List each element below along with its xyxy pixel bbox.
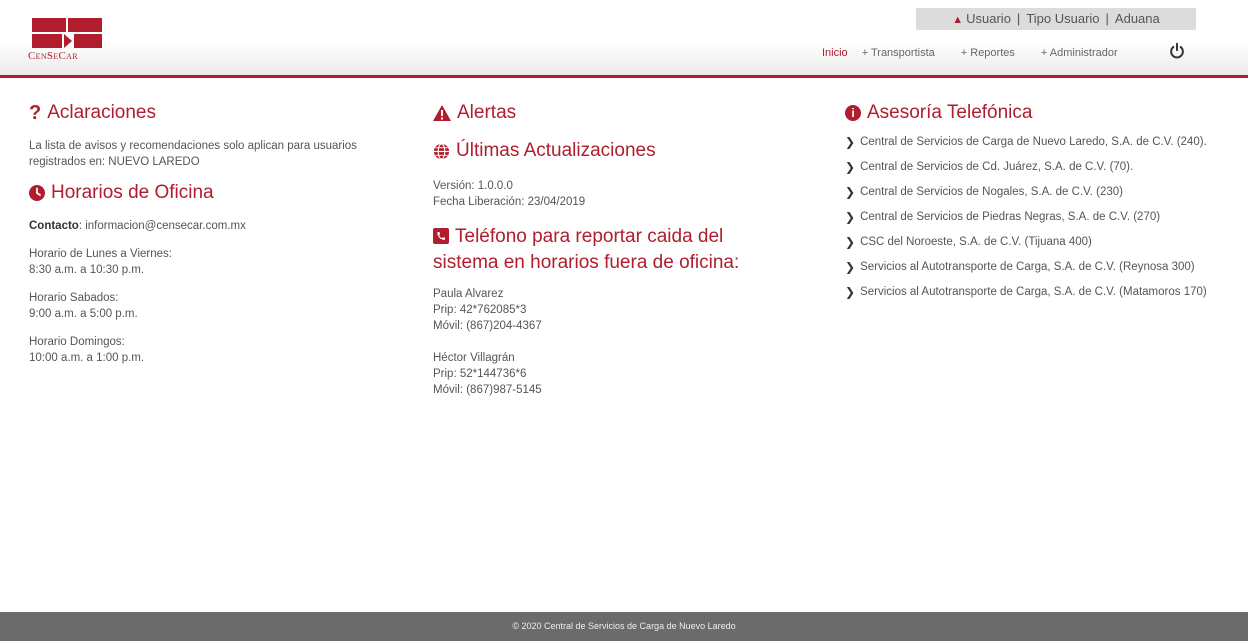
actualizaciones-title: Últimas Actualizaciones xyxy=(456,140,656,161)
asesoria-heading: i Asesoría Telefónica xyxy=(845,100,1225,126)
telefono-heading: Teléfono para reportar caida del sistema… xyxy=(433,224,793,276)
asesoria-title: Asesoría Telefónica xyxy=(867,102,1033,123)
globe-icon xyxy=(433,142,450,160)
user-role: Tipo Usuario xyxy=(1026,11,1100,26)
list-item[interactable]: ❯ Central de Servicios de Cd. Juárez, S.A… xyxy=(845,159,1225,175)
contact-person: Héctor Villagrán Prip: 52*144736*6 Móvil… xyxy=(433,350,793,398)
alertas-heading: Alertas xyxy=(433,100,793,126)
telefono-title-line1: Teléfono para reportar caida del xyxy=(455,226,724,247)
sunday-hours: Horario Domingos: 10:00 a.m. a 1:00 p.m. xyxy=(29,334,399,366)
contact-label: Contacto xyxy=(29,220,79,232)
sunday-value: 10:00 a.m. a 1:00 p.m. xyxy=(29,352,145,364)
saturday-value: 9:00 a.m. a 5:00 p.m. xyxy=(29,308,138,320)
aclaraciones-text: La lista de avisos y recomendaciones sol… xyxy=(29,140,357,168)
aclaraciones-title: Aclaraciones xyxy=(47,102,156,123)
list-item[interactable]: ❯ CSC del Noroeste, S.A. de C.V. (Tijuana… xyxy=(845,234,1225,250)
contact-prip: Prip: 52*144736*6 xyxy=(433,368,527,380)
chevron-right-icon: ❯ xyxy=(845,185,856,199)
power-icon[interactable] xyxy=(1168,42,1186,60)
chevron-right-icon: ❯ xyxy=(845,260,856,274)
list-item[interactable]: ❯ Central de Servicios de Piedras Negras,… xyxy=(845,209,1225,225)
nav-inicio[interactable]: Inicio xyxy=(822,47,848,59)
logo-text: CenSeCar xyxy=(28,50,78,62)
horarios-heading: Horarios de Oficina xyxy=(29,180,399,206)
contact-email[interactable]: : informacion@censecar.com.mx xyxy=(79,220,246,232)
separator: | xyxy=(1105,11,1109,26)
separator: | xyxy=(1016,11,1021,26)
list-item[interactable]: ❯ Servicios al Autotransporte de Carga, S… xyxy=(845,259,1225,275)
clock-icon xyxy=(29,185,45,201)
user-area: Aduana xyxy=(1114,11,1160,26)
nav-reportes[interactable]: + Reportes xyxy=(961,47,1015,59)
footer-text: © 2020 Central de Servicios de Carga de … xyxy=(512,621,736,631)
weekday-value: 8:30 a.m. a 10:30 p.m. xyxy=(29,264,145,276)
contact-name: Héctor Villagrán xyxy=(433,352,515,364)
info-icon: i xyxy=(845,105,861,121)
user-icon: ▲ xyxy=(952,14,964,26)
nav-administrador[interactable]: + Administrador xyxy=(1041,47,1118,59)
alertas-title: Alertas xyxy=(457,102,517,123)
column-asesoria: i Asesoría Telefónica ❯ Central de Servic… xyxy=(845,100,1225,309)
release-date: Fecha Liberación: 23/04/2019 xyxy=(433,196,586,208)
sunday-label: Horario Domingos: xyxy=(29,336,125,348)
phone-icon xyxy=(433,228,449,244)
nav-transportista[interactable]: + Transportista xyxy=(862,47,935,59)
chevron-right-icon: ❯ xyxy=(845,235,856,249)
horarios-title: Horarios de Oficina xyxy=(51,182,214,203)
saturday-hours: Horario Sabados: 9:00 a.m. a 5:00 p.m. xyxy=(29,290,399,322)
weekday-label: Horario de Lunes a Viernes: xyxy=(29,248,172,260)
contact-prip: Prip: 42*762085*3 xyxy=(433,304,527,316)
list-item[interactable]: ❯ Servicios al Autotransporte de Carga, S… xyxy=(845,284,1225,300)
column-aclaraciones: ? Aclaraciones La lista de avisos y reco… xyxy=(29,100,399,366)
contact-line: Contacto: informacion@censecar.com.mx xyxy=(29,218,399,234)
user-info-bar: ▲ Usuario | Tipo Usuario | Aduana xyxy=(916,8,1196,30)
column-alertas: Alertas Últimas Actualizaciones Versión:… xyxy=(433,100,793,398)
chevron-right-icon: ❯ xyxy=(845,160,856,174)
main-nav: Inicio + Transportista + Reportes + Admi… xyxy=(822,42,1184,62)
contact-movil: Móvil: (867)987-5145 xyxy=(433,384,542,396)
contact-person: Paula Alvarez Prip: 42*762085*3 Móvil: (… xyxy=(433,286,793,334)
list-item[interactable]: ❯ Central de Servicios de Carga de Nuevo … xyxy=(845,134,1225,150)
chevron-right-icon: ❯ xyxy=(845,135,856,149)
weekday-hours: Horario de Lunes a Viernes: 8:30 a.m. a … xyxy=(29,246,399,278)
contact-name: Paula Alvarez xyxy=(433,288,504,300)
question-icon: ? xyxy=(29,102,42,124)
footer: © 2020 Central de Servicios de Carga de … xyxy=(0,612,1248,641)
warning-icon xyxy=(433,105,451,121)
saturday-label: Horario Sabados: xyxy=(29,292,119,304)
list-item[interactable]: ❯ Central de Servicios de Nogales, S.A. d… xyxy=(845,184,1225,200)
contact-movil: Móvil: (867)204-4367 xyxy=(433,320,542,332)
version-text: Versión: 1.0.0.0 xyxy=(433,180,513,192)
user-name[interactable]: Usuario xyxy=(966,11,1011,26)
aclaraciones-heading: ? Aclaraciones xyxy=(29,100,399,126)
header: CenSeCar ▲ Usuario | Tipo Usuario | Aduana In… xyxy=(0,0,1248,78)
chevron-right-icon: ❯ xyxy=(845,210,856,224)
version-info: Versión: 1.0.0.0 Fecha Liberación: 23/04… xyxy=(433,178,793,210)
actualizaciones-heading: Últimas Actualizaciones xyxy=(433,138,793,164)
telefono-title-line2: sistema en horarios fuera de oficina: xyxy=(433,252,740,273)
asesoria-list: ❯ Central de Servicios de Carga de Nuevo … xyxy=(845,134,1225,300)
chevron-right-icon: ❯ xyxy=(845,285,856,299)
